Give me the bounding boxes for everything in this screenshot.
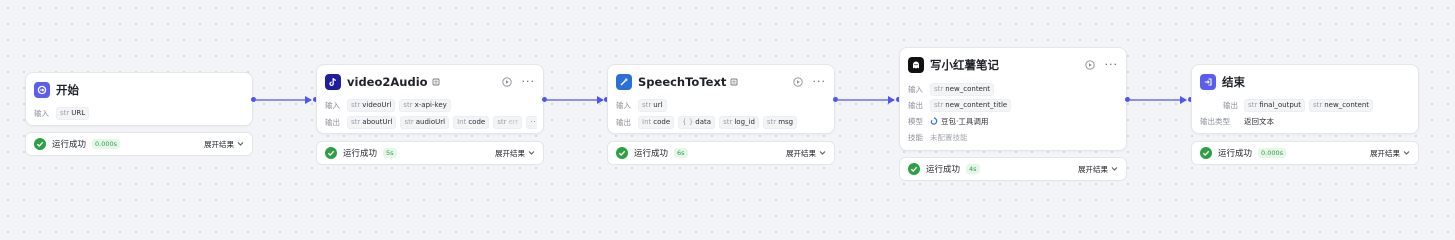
param-tag: Int code: [638, 115, 675, 129]
node-title: 结束: [1222, 75, 1245, 89]
skill-value: 未配置技能: [930, 132, 968, 142]
expand-results-button[interactable]: 展开结果: [1370, 148, 1410, 159]
status-time-badge: 6s: [674, 148, 688, 158]
node-speech-to-text[interactable]: SpeechToText ··· 输入 str url 输出 Int code { …: [607, 64, 835, 134]
status-text: 运行成功: [926, 165, 961, 175]
input-label: 输入: [34, 108, 49, 118]
chevron-down-icon: [1111, 165, 1118, 174]
param-tag: str videoUrl: [347, 98, 396, 112]
more-options-icon[interactable]: ···: [1105, 59, 1119, 70]
status-text: 运行成功: [1218, 149, 1253, 159]
output-label: 输出: [1223, 100, 1238, 110]
expand-results-button[interactable]: 展开结果: [495, 148, 535, 159]
param-tag: { } data: [678, 115, 716, 129]
skill-label: 技能: [908, 132, 923, 142]
output-port[interactable]: [251, 97, 256, 102]
chevron-down-icon: [819, 149, 826, 158]
node-title: SpeechToText: [638, 75, 727, 89]
play-circle-icon[interactable]: [501, 77, 512, 87]
chevron-down-icon: [528, 149, 535, 158]
param-tag: str new_content: [1308, 98, 1374, 112]
status-text: 运行成功: [52, 140, 87, 150]
expand-results-button[interactable]: 展开结果: [204, 139, 244, 150]
document-icon[interactable]: [730, 78, 738, 86]
document-icon[interactable]: [432, 78, 440, 86]
param-tag: str new_content: [930, 82, 995, 96]
node-start[interactable]: 开始 输入 str URL: [25, 72, 253, 126]
play-circle-icon[interactable]: [1084, 60, 1095, 70]
param-tag: str msg: [762, 115, 798, 129]
param-tag: str audioUrl: [400, 115, 450, 129]
output-type-value: 返回文本: [1244, 116, 1274, 126]
check-circle-icon: [616, 144, 628, 163]
output-port[interactable]: [833, 97, 838, 102]
model-label: 模型: [908, 116, 923, 126]
param-tag: str err: [493, 115, 523, 129]
check-circle-icon: [908, 160, 920, 179]
param-tag: str log_id: [719, 115, 759, 129]
status-time-badge: 0.000s: [1258, 148, 1287, 158]
status-time-badge: 4s: [966, 164, 980, 174]
check-circle-icon: [1200, 144, 1212, 163]
more-options-icon[interactable]: ···: [522, 76, 536, 87]
input-label: 输入: [616, 100, 631, 110]
start-login-icon: [34, 82, 50, 98]
status-text: 运行成功: [343, 149, 378, 159]
param-tag: str url: [638, 98, 667, 112]
input-label: 输入: [325, 100, 340, 110]
param-tag: Int code: [453, 115, 490, 129]
node-title: video2Audio: [347, 75, 428, 89]
node-title: 写小红薯笔记: [930, 58, 999, 72]
output-type-label: 输出类型: [1200, 116, 1230, 126]
end-exit-icon: [1200, 74, 1216, 90]
param-tag: str x-api-key: [399, 98, 451, 112]
param-tag: str aboutUrl: [347, 115, 397, 129]
status-bar-xhs-note[interactable]: 运行成功 4s 展开结果: [899, 157, 1127, 181]
play-circle-icon[interactable]: [792, 77, 803, 87]
input-label: 输入: [908, 84, 923, 94]
chevron-down-icon: [237, 140, 244, 149]
expand-results-button[interactable]: 展开结果: [1078, 164, 1118, 175]
llm-ghost-icon: [908, 57, 924, 73]
output-port[interactable]: [1125, 97, 1130, 102]
output-label: 输出: [908, 100, 923, 110]
status-bar-video2audio[interactable]: 运行成功 5s 展开结果: [316, 141, 544, 165]
status-time-badge: 0.000s: [92, 139, 121, 149]
output-label: 输出: [616, 117, 631, 127]
chevron-down-icon: [1403, 149, 1410, 158]
status-bar-end[interactable]: 运行成功 0.000s 展开结果: [1191, 141, 1419, 165]
status-bar-start[interactable]: 运行成功 0.000s 展开结果: [25, 132, 253, 156]
doubao-model-icon: [930, 117, 938, 125]
model-value: 豆包·工具调用: [941, 116, 989, 126]
status-text: 运行成功: [634, 149, 669, 159]
speech-plugin-icon: [616, 74, 632, 90]
expand-results-button[interactable]: 展开结果: [786, 148, 826, 159]
node-xhs-note[interactable]: 写小红薯笔记 ··· 输入 str new_content 输出 str new_c…: [899, 47, 1127, 151]
more-params-button[interactable]: ···: [526, 115, 537, 129]
param-tag: str new_content_title: [930, 98, 1012, 112]
node-end[interactable]: 结束 输出 str final_output str new_content 输出类…: [1191, 64, 1419, 134]
status-bar-speech-to-text[interactable]: 运行成功 6s 展开结果: [607, 141, 835, 165]
node-title: 开始: [56, 83, 79, 97]
check-circle-icon: [325, 144, 337, 163]
status-time-badge: 5s: [383, 148, 397, 158]
more-options-icon[interactable]: ···: [813, 76, 827, 87]
param-tag: str URL: [56, 106, 90, 120]
tiktok-icon: [325, 74, 341, 90]
param-tag: str final_output: [1244, 98, 1305, 112]
node-video2audio[interactable]: video2Audio ··· 输入 str videoUrl str x-api-…: [316, 64, 544, 134]
check-circle-icon: [34, 135, 46, 154]
output-port[interactable]: [542, 97, 547, 102]
output-label: 输出: [325, 117, 340, 127]
